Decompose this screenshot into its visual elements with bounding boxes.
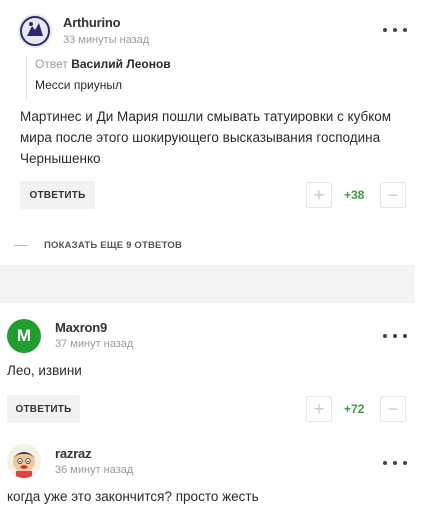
comment-maxron9: M Maxron9 37 минут назад Лео, извини ОТВ…: [0, 303, 428, 433]
comment-text: Мартинес и Ди Мария пошли смывать татуир…: [20, 109, 392, 166]
more-options-icon[interactable]: [383, 24, 407, 36]
comment-time: 33 минуты назад: [63, 34, 150, 46]
comment-arthurino: Arthurino 33 минуты назад Ответ Василий …: [0, 0, 428, 230]
vote-score: +38: [344, 188, 365, 202]
comment-razraz: razraz 36 минут назад когда уже это зако…: [0, 436, 428, 515]
comment-author[interactable]: razraz: [55, 446, 92, 461]
reply-button[interactable]: ОТВЕТИТЬ: [7, 395, 80, 423]
avatar-image-icon: [7, 444, 41, 478]
quote-text: Месси приуныл: [35, 78, 122, 92]
quote-header: Ответ Василий Леонов: [35, 56, 171, 72]
quoted-reply: Ответ Василий Леонов Месси приуныл: [26, 56, 171, 100]
avatar-letter: M: [16, 326, 32, 345]
upvote-button[interactable]: +: [306, 182, 332, 208]
reply-button[interactable]: ОТВЕТИТЬ: [20, 181, 95, 209]
avatar-maxron9[interactable]: M: [7, 319, 41, 353]
upvote-button[interactable]: +: [306, 396, 332, 422]
avatar-razraz[interactable]: [7, 444, 41, 478]
more-options-icon[interactable]: [383, 457, 407, 469]
comment-time: 36 минут назад: [55, 464, 134, 476]
avatar-image-icon: [18, 14, 52, 48]
reply-to-user[interactable]: Василий Леонов: [71, 57, 170, 71]
reply-prefix: Ответ: [35, 57, 68, 71]
downvote-button[interactable]: −: [380, 396, 406, 422]
show-more-label: ПОКАЗАТЬ ЕЩЕ 9 ОТВЕТОВ: [44, 240, 183, 251]
avatar-arthurino[interactable]: [18, 14, 52, 48]
section-separator: [0, 265, 414, 303]
vote-score: +72: [344, 402, 365, 416]
comment-text: когда уже это закончится? просто жесть: [7, 489, 259, 504]
more-options-icon[interactable]: [383, 330, 407, 342]
downvote-button[interactable]: −: [380, 182, 406, 208]
comment-time: 37 минут назад: [55, 338, 134, 350]
comment-text: Лео, извини: [7, 363, 82, 378]
comment-author[interactable]: Maxron9: [55, 320, 107, 335]
comment-author[interactable]: Arthurino: [63, 15, 121, 30]
divider-line: [14, 245, 28, 246]
show-more-replies[interactable]: ПОКАЗАТЬ ЕЩЕ 9 ОТВЕТОВ: [14, 240, 182, 251]
